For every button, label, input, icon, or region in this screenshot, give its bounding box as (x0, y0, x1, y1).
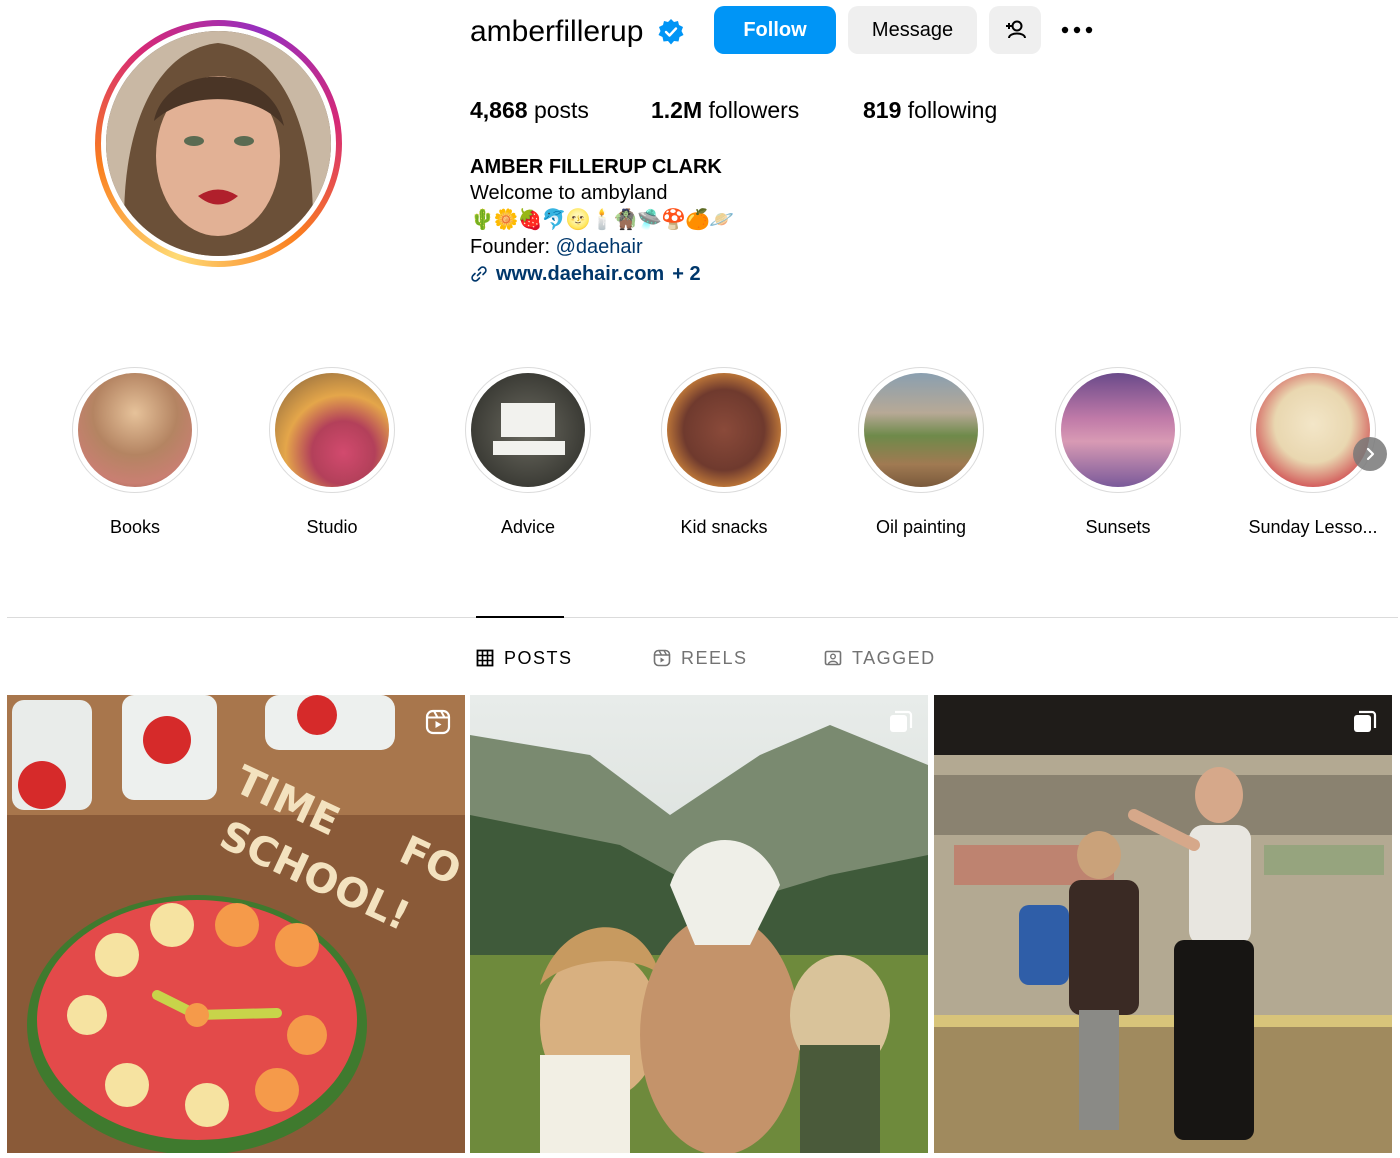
tab-tagged-label: TAGGED (852, 647, 936, 668)
bio-founder-line: Founder: @daehair (470, 234, 643, 260)
highlight-ring (661, 367, 787, 493)
highlight-label: Books (109, 517, 161, 537)
tab-reels[interactable]: REELS (653, 645, 748, 671)
reel-icon (425, 709, 451, 735)
following-count: 819 (863, 97, 902, 123)
following-label: following (907, 97, 998, 123)
tab-posts-label: POSTS (504, 647, 573, 668)
website-link-extra[interactable]: + 2 (672, 261, 700, 287)
highlight-thumbnail (667, 373, 781, 487)
highlight-thumbnail (78, 373, 192, 487)
bio-emoji-line: 🌵🌼🍓🐬🌝🕯️🧌🛸🍄🍊🪐 (470, 209, 734, 231)
website-link-text[interactable]: www.daehair.com (496, 261, 664, 287)
message-button[interactable]: Message (848, 6, 977, 54)
highlight-kid-snacks[interactable]: Kid snacks (644, 367, 804, 539)
link-icon (471, 266, 487, 282)
add-person-icon (1006, 20, 1026, 39)
highlight-label: Kid snacks (680, 517, 768, 537)
tabs-divider (7, 617, 1398, 618)
highlight-ring (72, 367, 198, 493)
suggest-similar-button[interactable] (989, 6, 1041, 54)
avatar[interactable] (106, 31, 331, 256)
username: amberfillerup (470, 15, 644, 48)
tab-tagged[interactable]: TAGGED (824, 645, 936, 671)
highlight-thumbnail (471, 373, 585, 487)
grid-icon (476, 649, 494, 667)
highlight-ring (1250, 367, 1376, 493)
highlight-label: Oil painting (875, 517, 967, 537)
followers-count: 1.2M (651, 97, 703, 123)
highlight-books[interactable]: Books (55, 367, 215, 539)
highlight-thumbnail (275, 373, 389, 487)
posts-label: posts (533, 97, 589, 123)
highlight-thumbnail (864, 373, 978, 487)
followers-stat[interactable]: 1.2M followers (651, 94, 799, 126)
following-stat[interactable]: 819 following (863, 94, 997, 126)
post-thumbnail[interactable] (470, 695, 928, 1153)
post-image-subway-platform (934, 695, 1392, 1153)
chevron-right-icon (1366, 447, 1375, 461)
highlight-label: Studio (306, 517, 358, 537)
carousel-icon (888, 709, 914, 735)
highlight-thumbnail (1061, 373, 1175, 487)
post-image-mountain-family (470, 695, 928, 1153)
posts-count-stat: 4,868 posts (470, 94, 589, 126)
highlight-ring (269, 367, 395, 493)
founder-mention-link[interactable]: @daehair (556, 236, 643, 258)
verified-badge-icon (657, 18, 685, 46)
founder-prefix: Founder: (470, 236, 556, 258)
highlight-ring (1055, 367, 1181, 493)
highlight-studio[interactable]: Studio (252, 367, 412, 539)
follow-button[interactable]: Follow (714, 6, 836, 54)
tab-reels-label: REELS (681, 647, 748, 668)
carousel-icon (1352, 709, 1378, 735)
highlight-label: Sunsets (1085, 517, 1151, 537)
followers-label: followers (708, 97, 800, 123)
highlight-sunsets[interactable]: Sunsets (1038, 367, 1198, 539)
highlight-oil-painting[interactable]: Oil painting (841, 367, 1001, 539)
highlight-ring (465, 367, 591, 493)
highlight-ring (858, 367, 984, 493)
post-thumbnail[interactable] (934, 695, 1392, 1153)
more-options-button[interactable] (1055, 6, 1099, 54)
highlight-thumbnail (1256, 373, 1370, 487)
posts-count: 4,868 (470, 97, 528, 123)
more-dots-icon (1061, 26, 1093, 34)
highlight-label: Sunday Lesso... (1248, 517, 1378, 537)
highlight-label: Advice (500, 517, 556, 537)
tagged-icon (824, 650, 842, 666)
reels-icon (653, 649, 671, 667)
bio-website-link[interactable]: www.daehair.com + 2 (470, 261, 701, 287)
highlights-next-button[interactable] (1353, 437, 1387, 471)
bio-text: Welcome to ambyland (470, 182, 668, 204)
active-tab-indicator (476, 616, 564, 618)
post-thumbnail[interactable]: TIME SCHOOL! FO (7, 695, 465, 1153)
tab-posts[interactable]: POSTS (476, 645, 573, 671)
highlight-advice[interactable]: Advice (448, 367, 608, 539)
post-image-watermelon-clock: TIME SCHOOL! FO (7, 695, 465, 1153)
full-name: AMBER FILLERUP CLARK (470, 156, 722, 178)
